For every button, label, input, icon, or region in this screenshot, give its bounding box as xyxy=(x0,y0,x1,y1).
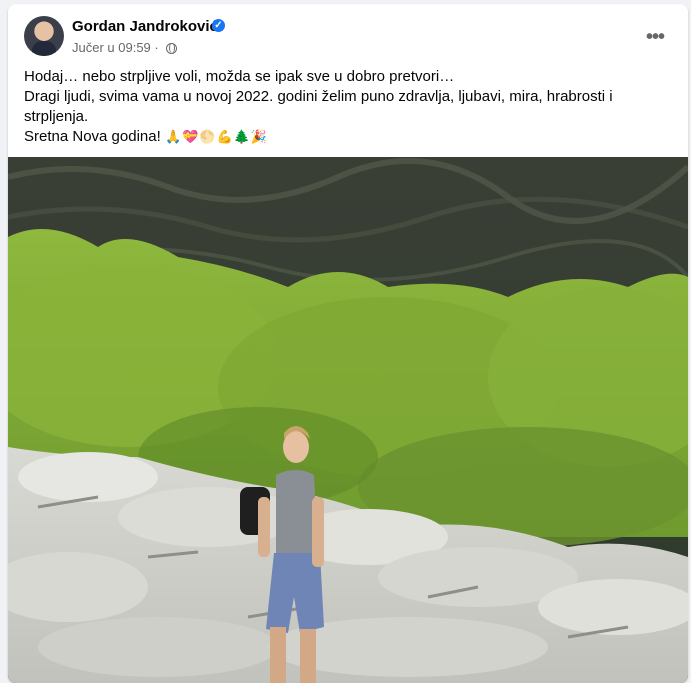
heart-ribbon-emoji: 💝 xyxy=(182,129,199,144)
post-line-2: Dragi ljudi, svima vama u novoj 2022. go… xyxy=(24,88,613,125)
author-name[interactable]: Gordan Jandroković xyxy=(72,18,218,35)
more-options-button[interactable]: ••• xyxy=(638,20,672,54)
globe-icon xyxy=(166,43,178,54)
meta-separator: · xyxy=(154,40,159,55)
post-text: Hodaj… nebo strpljive voli, možda se ipa… xyxy=(24,67,664,147)
photo-man-walking-on-rocks xyxy=(8,157,688,683)
more-options-icon: ••• xyxy=(645,25,665,48)
party-popper-emoji: 🎉 xyxy=(250,129,268,144)
post-timestamp[interactable]: Jučer u 09:59 xyxy=(72,40,151,55)
moon-emoji: 🌕 xyxy=(199,129,216,144)
flexed-biceps-emoji: 💪 xyxy=(216,129,233,144)
emoji-row: 🙏💝🌕💪🌲🎉 xyxy=(165,128,268,145)
post-line-3-text: Sretna Nova godina! xyxy=(24,128,161,145)
post-line-1: Hodaj… nebo strpljive voli, možda se ipa… xyxy=(24,68,455,85)
post-line-3: Sretna Nova godina! 🙏💝🌕💪🌲🎉 xyxy=(24,127,664,147)
praying-hands-emoji: 🙏 xyxy=(164,129,182,144)
evergreen-tree-emoji: 🌲 xyxy=(233,129,250,144)
post-photo[interactable] xyxy=(8,157,688,683)
verified-badge-icon: ✓ xyxy=(212,19,225,32)
author-avatar[interactable] xyxy=(24,16,64,56)
post-header: Gordan Jandroković ✓ Jučer u 09:59 · ••• xyxy=(8,4,688,62)
post-meta: Jučer u 09:59 · xyxy=(72,40,178,55)
facebook-post-card: Gordan Jandroković ✓ Jučer u 09:59 · •••… xyxy=(8,4,688,683)
